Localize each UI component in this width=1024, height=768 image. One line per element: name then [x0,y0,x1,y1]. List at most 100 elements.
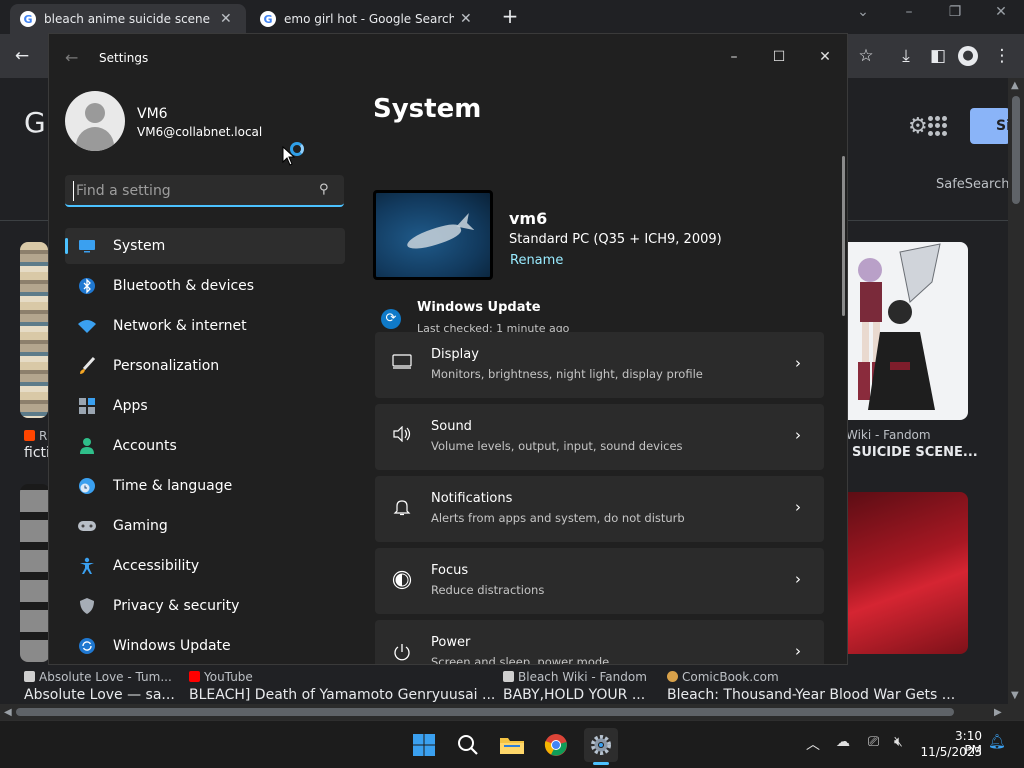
nav-label: Bluetooth & devices [113,278,255,294]
result-image-thumbnail[interactable] [20,242,48,418]
result-title[interactable]: BLEACH] Death of Yamamoto Genryuusai ... [189,687,495,703]
result-title[interactable]: ficti [24,445,50,461]
new-tab-plus-icon[interactable]: + [500,6,520,26]
result-source[interactable]: ComicBook.com [667,670,779,684]
tab-close-icon[interactable]: ✕ [220,11,232,27]
settings-scrollbar[interactable] [842,156,845,316]
result-image-thumbnail[interactable] [840,492,968,654]
nav-item-windows-update[interactable]: Windows Update [65,628,345,664]
nav-item-time-language[interactable]: Time & language [65,468,345,504]
browser-back-icon[interactable]: ← [10,44,34,68]
nav-item-gaming[interactable]: Gaming [65,508,345,544]
scroll-right-arrow-icon[interactable]: ▶ [994,707,1002,718]
google-apps-grid-icon[interactable] [928,116,948,136]
card-title: Sound [431,419,472,434]
result-source[interactable]: R [24,429,47,443]
card-subtitle: Alerts from apps and system, do not dist… [431,511,685,525]
result-title[interactable]: Absolute Love — sa... [24,687,175,703]
file-explorer-folder-icon[interactable] [495,728,529,762]
result-image-thumbnail[interactable] [840,242,968,420]
setting-card-sound[interactable]: Sound Volume levels, output, input, soun… [375,404,824,470]
safesearch-label[interactable]: SafeSearch [936,177,1009,192]
bookmark-star-icon[interactable]: ☆ [854,44,878,68]
search-icon[interactable]: ⚲ [319,182,329,197]
chevron-right-icon: › [795,642,801,660]
browser-tab-2[interactable]: G emo girl hot - Google Search ✕ [250,4,488,34]
side-panel-icon[interactable]: ◧ [926,44,950,68]
maximize-icon[interactable]: ☐ [764,42,794,72]
rename-link[interactable]: Rename [510,253,563,268]
setting-card-notifications[interactable]: Notifications Alerts from apps and syste… [375,476,824,542]
taskbar-clock-date[interactable]: 11/5/2023 [918,745,982,759]
scroll-up-arrow-icon[interactable]: ▲ [1011,80,1019,91]
back-arrow-icon[interactable]: ← [65,48,78,67]
windows-update-title[interactable]: Windows Update [417,300,541,315]
nav-item-network[interactable]: Network & internet [65,308,345,344]
taskbar-search-icon[interactable] [451,728,485,762]
browser-close-icon[interactable]: ✕ [986,4,1016,20]
settings-gear-taskbar-icon[interactable] [584,728,618,762]
nav-item-personalization[interactable]: Personalization [65,348,345,384]
chrome-browser-icon[interactable] [539,728,573,762]
result-source[interactable]: Wiki - Fandom [846,428,931,442]
result-title[interactable]: Bleach: Thousand-Year Blood War Gets ... [667,687,955,703]
onedrive-cloud-offline-icon[interactable]: ☁ [836,734,850,750]
power-icon [391,642,413,664]
update-icon [77,636,97,656]
google-logo[interactable]: G [24,106,46,139]
minimize-icon[interactable]: – [719,42,749,72]
apps-icon [77,396,97,416]
network-monitor-icon[interactable]: ⎚ [868,734,879,750]
user-name: VM6 [137,106,168,122]
nav-label: Accounts [113,438,177,454]
nav-label: Apps [113,398,148,414]
browser-restore-icon[interactable]: ❐ [940,4,970,20]
user-avatar[interactable] [65,91,125,151]
result-source[interactable]: Bleach Wiki - Fandom [503,670,647,684]
download-icon[interactable]: ⤓ [894,44,918,68]
scroll-down-arrow-icon[interactable]: ▼ [1011,690,1019,701]
settings-nav: System Bluetooth & devices Network & int… [65,228,345,664]
card-title: Display [431,347,479,362]
tab-search-chevron-icon[interactable]: ⌄ [848,4,878,20]
browser-tab-1[interactable]: G bleach anime suicide scene - Goo ✕ [10,4,246,34]
result-title[interactable]: BABY,HOLD YOUR ... [503,687,645,703]
result-image-thumbnail[interactable] [20,484,50,662]
vertical-scrollbar-thumb[interactable] [1012,96,1020,204]
anime-characters-illustration [858,243,941,410]
volume-muted-icon[interactable]: 🔇︎ [894,734,903,750]
scroll-left-arrow-icon[interactable]: ◀ [4,707,12,718]
notification-bell-icon[interactable]: 🔔︎ [988,734,1006,750]
quick-settings-gear-icon[interactable]: ⚙ [908,114,928,139]
start-windows-icon[interactable] [407,728,441,762]
setting-card-power[interactable]: Power Screen and sleep, power mode › [375,620,824,664]
show-hidden-icons-chevron-icon[interactable]: ︿ [806,734,820,754]
result-title[interactable]: SUICIDE SCENE... [852,445,978,460]
setting-card-focus[interactable]: Focus Reduce distractions › [375,548,824,614]
nav-item-system[interactable]: System [65,228,345,264]
card-subtitle: Volume levels, output, input, sound devi… [431,439,683,453]
speaker-icon [391,425,413,448]
tumblr-favicon-icon [24,671,35,682]
nav-item-apps[interactable]: Apps [65,388,345,424]
nav-item-privacy-security[interactable]: Privacy & security [65,588,345,624]
find-setting-input[interactable] [73,181,313,201]
tab-close-icon[interactable]: ✕ [460,11,472,27]
nav-item-accessibility[interactable]: Accessibility [65,548,345,584]
card-subtitle: Reduce distractions [431,583,545,597]
result-source[interactable]: Absolute Love - Tum... [24,670,172,684]
nav-item-bluetooth[interactable]: Bluetooth & devices [65,268,345,304]
windows-update-sync-icon[interactable]: ⟳ [381,309,401,329]
horizontal-scrollbar-thumb[interactable] [16,708,954,716]
browser-minimize-icon[interactable]: – [894,4,924,20]
setting-card-display[interactable]: Display Monitors, brightness, night ligh… [375,332,824,398]
profile-avatar-icon[interactable]: ● [958,46,978,66]
settings-search-box[interactable]: ⚲ [65,175,344,207]
nav-label: Privacy & security [113,598,240,614]
nav-label: System [113,238,166,254]
sign-in-button[interactable]: Si [970,108,1011,144]
close-icon[interactable]: ✕ [810,42,840,72]
result-source[interactable]: YouTube [189,670,253,684]
chrome-menu-kebab-icon[interactable]: ⋮ [990,44,1014,68]
nav-item-accounts[interactable]: Accounts [65,428,345,464]
